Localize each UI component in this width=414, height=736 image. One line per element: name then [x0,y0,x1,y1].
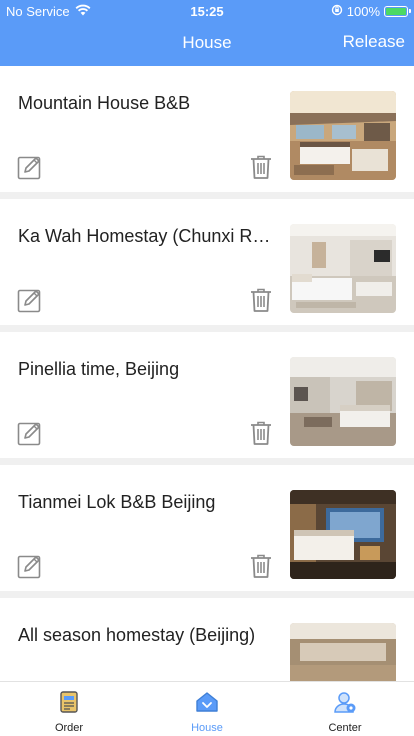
house-card[interactable]: Tianmei Lok B&B Beijing [0,465,414,591]
house-title: Mountain House B&B [18,93,191,113]
house-title: Pinellia time, Beijing [18,359,180,379]
battery-icon [384,6,411,17]
edit-icon[interactable] [17,287,43,313]
tab-center[interactable]: Center [276,682,414,736]
trash-icon[interactable] [249,287,273,313]
house-title: Tianmei Lok B&B Beijing [18,492,216,512]
tab-label: House [191,722,223,734]
house-title: Ka Wah Homestay (Chunxi Road) [18,226,274,246]
tab-house[interactable]: House [138,682,276,736]
house-photo [290,490,396,579]
status-bar: No Service 15:25 100% [0,0,414,22]
house-photo [290,224,396,313]
user-center-icon [333,690,357,714]
edit-icon[interactable] [17,553,43,579]
house-photo [290,357,396,446]
trash-icon[interactable] [249,420,273,446]
tab-label: Order [54,722,84,734]
edit-icon[interactable] [17,420,43,446]
trash-icon[interactable] [249,553,273,579]
release-button[interactable]: Release [343,32,405,52]
house-card[interactable]: Pinellia time, Beijing [0,332,414,458]
tab-order[interactable]: Order [0,682,138,736]
order-icon [57,690,81,714]
house-photo [290,91,396,180]
tab-bar: Order House Center [0,681,414,736]
orientation-lock-icon [331,4,343,19]
app-header: No Service 15:25 100% House Release [0,0,414,66]
house-title: All season homestay (Beijing) [18,625,256,645]
trash-icon[interactable] [249,154,273,180]
house-card[interactable]: Ka Wah Homestay (Chunxi Road) [0,199,414,325]
edit-icon[interactable] [17,154,43,180]
home-icon [195,690,219,714]
house-card[interactable]: Mountain House B&B [0,66,414,192]
battery-percent: 100% [346,4,380,19]
tab-label: Center [328,722,362,734]
